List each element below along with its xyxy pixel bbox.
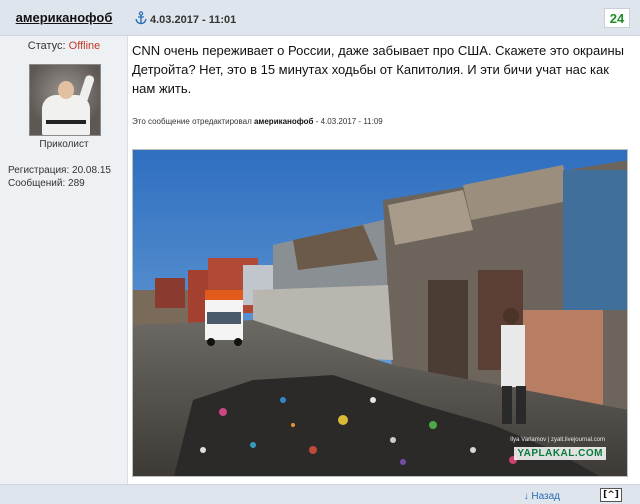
forum-post: американофоб Статус: Offline Приколист Р…	[0, 0, 640, 504]
author-meta: Регистрация: 20.08.15 Сообщений: 289	[8, 164, 111, 190]
post-body: 4.03.2017 - 11:01 24 CNN очень переживае…	[128, 0, 640, 504]
rating-badge[interactable]: 24	[604, 8, 630, 28]
author-header: американофоб	[0, 0, 128, 36]
author-rank: Приколист	[39, 139, 89, 150]
scroll-top-button[interactable]: [^]	[600, 488, 622, 502]
edited-prefix: Это сообщение отредактировал	[132, 117, 252, 126]
registration-value: 20.08.15	[72, 165, 111, 176]
author-status: Статус: Offline	[0, 40, 128, 52]
messages-value: 289	[68, 178, 85, 189]
footer-right-bar: ↓ Назад [^]	[128, 484, 640, 504]
edited-suffix: - 4.03.2017 - 11:09	[315, 117, 383, 126]
post-header: 4.03.2017 - 11:01 24	[128, 0, 640, 36]
status-offline: Offline	[68, 40, 101, 52]
post-date: 4.03.2017 - 11:01	[150, 14, 237, 26]
status-label: Статус:	[27, 40, 66, 52]
author-sidebar: американофоб Статус: Offline Приколист Р…	[0, 0, 128, 504]
back-link[interactable]: ↓ Назад	[524, 491, 560, 502]
author-name-link[interactable]: американофоб	[0, 10, 128, 25]
anchor-icon[interactable]	[134, 11, 148, 25]
messages-label: Сообщений:	[8, 178, 66, 189]
avatar[interactable]	[29, 64, 101, 136]
edited-note: Это сообщение отредактировал американофо…	[132, 117, 383, 126]
footer-left-bar	[0, 484, 128, 504]
street-scene-image	[133, 150, 627, 476]
post-text: CNN очень переживает о России, даже забы…	[132, 43, 624, 96]
image-credit: Ilya Varlamov | zyalt.livejournal.com	[510, 437, 605, 443]
image-watermark: YAPLAKAL.COM	[514, 447, 606, 460]
registration-label: Регистрация:	[8, 165, 70, 176]
registration-row: Регистрация: 20.08.15	[8, 164, 111, 177]
edited-user: американофоб	[253, 117, 314, 126]
post-image[interactable]: Ilya Varlamov | zyalt.livejournal.com YA…	[132, 149, 628, 477]
messages-row: Сообщений: 289	[8, 177, 111, 190]
